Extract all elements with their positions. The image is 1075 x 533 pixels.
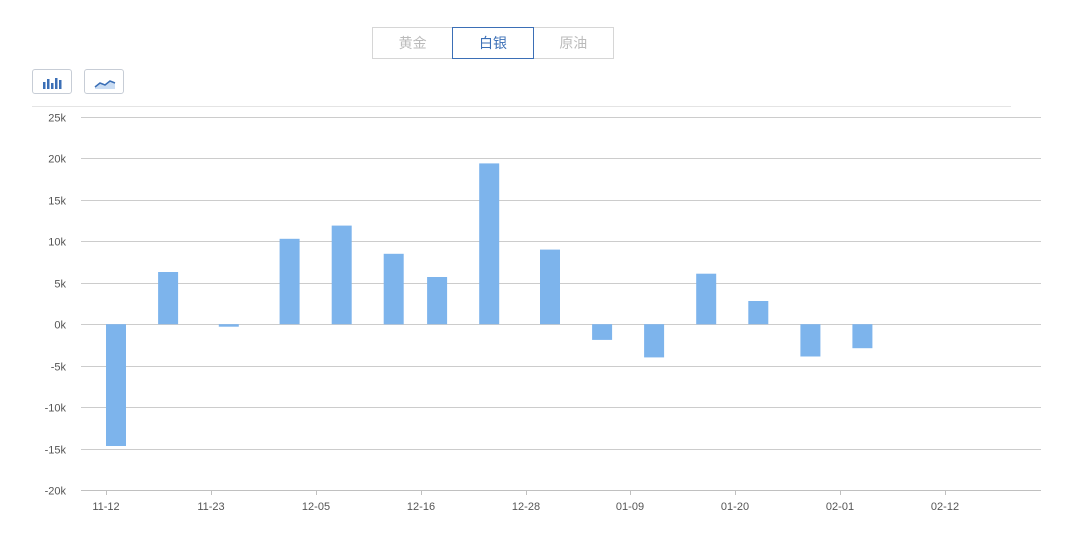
bar[interactable] xyxy=(540,249,560,325)
bar-chart: 25k20k15k10k5k0k-5k-10k-15k-20k 11-12 11-… xyxy=(45,113,1041,513)
bar[interactable] xyxy=(696,273,717,325)
x-tick-label: 02-12 xyxy=(931,501,959,513)
x-tick-label: 11-12 xyxy=(92,501,119,513)
bar[interactable] xyxy=(644,324,665,358)
y-tick-label: -5k xyxy=(51,362,67,374)
y-axis: 25k 20k 15k 10k 5k 0k -5k -10k -15k -20k xyxy=(45,113,67,498)
bar[interactable] xyxy=(592,324,613,340)
x-tick-label: 01-20 xyxy=(721,501,749,513)
tab-silver[interactable]: 白银 xyxy=(452,27,534,59)
y-tick-label: 25k xyxy=(48,113,66,125)
x-tick-label: 12-05 xyxy=(302,501,330,513)
bar[interactable] xyxy=(800,324,821,357)
y-tick-label: 0k xyxy=(54,320,66,332)
bar[interactable] xyxy=(427,277,448,325)
x-tick-label: 12-28 xyxy=(512,501,540,513)
x-tick-label: 11-23 xyxy=(197,501,224,513)
bar-series xyxy=(106,163,873,446)
y-tick-label: 5k xyxy=(54,279,66,291)
y-tick-label: -20k xyxy=(45,486,67,498)
x-tick-label: 12-16 xyxy=(407,501,435,513)
bar[interactable] xyxy=(279,238,300,325)
x-tick-label: 02-01 xyxy=(826,501,854,513)
bar[interactable] xyxy=(218,324,239,327)
bar[interactable] xyxy=(479,163,500,325)
y-tick-label: -15k xyxy=(45,445,67,457)
x-axis: 11-12 11-23 12-05 12-16 12-28 01-09 01-20 02-01… xyxy=(81,490,1041,513)
grid-lines xyxy=(81,117,1041,491)
y-tick-label: 15k xyxy=(48,196,66,208)
bar[interactable] xyxy=(158,272,179,325)
bar[interactable] xyxy=(106,324,126,446)
y-tick-label: -10k xyxy=(45,403,67,415)
bar[interactable] xyxy=(748,301,769,325)
x-tick-label: 01-09 xyxy=(616,501,644,513)
bar[interactable] xyxy=(331,225,352,325)
bar[interactable] xyxy=(383,253,404,325)
y-tick-label: 10k xyxy=(48,237,66,249)
y-tick-label: 20k xyxy=(48,154,66,166)
bar[interactable] xyxy=(852,324,873,349)
